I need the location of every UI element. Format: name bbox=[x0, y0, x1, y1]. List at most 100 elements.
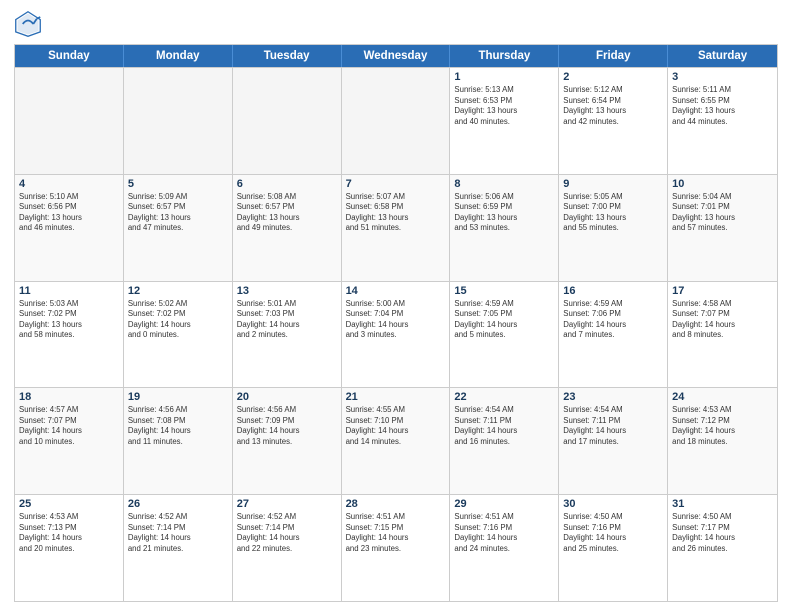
calendar-cell: 8 Sunrise: 5:06 AM Sunset: 6:59 PM Daylig… bbox=[450, 175, 559, 281]
day-number: 18 bbox=[19, 391, 119, 403]
calendar-cell: 21Sunrise: 4:55 AM Sunset: 7:10 PM Dayli… bbox=[342, 388, 451, 494]
calendar-header-monday: Monday bbox=[124, 45, 233, 67]
day-info: Sunrise: 5:08 AM Sunset: 6:57 PM Dayligh… bbox=[237, 192, 337, 234]
day-number: 24 bbox=[672, 391, 773, 403]
calendar-cell: 13 Sunrise: 5:01 AM Sunset: 7:03 PM Dayli… bbox=[233, 282, 342, 388]
day-number: 13 bbox=[237, 285, 337, 297]
day-info: Sunrise: 4:54 AM Sunset: 7:11 PM Dayligh… bbox=[454, 405, 554, 447]
day-info: Sunrise: 5:05 AM Sunset: 7:00 PM Dayligh… bbox=[563, 192, 663, 234]
calendar-cell: 15 Sunrise: 4:59 AM Sunset: 7:05 PM Dayli… bbox=[450, 282, 559, 388]
calendar-cell: 1 Sunrise: 5:13 AM Sunset: 6:53 PM Daylig… bbox=[450, 68, 559, 174]
day-info: Sunrise: 4:52 AM Sunset: 7:14 PM Dayligh… bbox=[128, 512, 228, 554]
calendar-cell: 16 Sunrise: 4:59 AM Sunset: 7:06 PM Dayli… bbox=[559, 282, 668, 388]
calendar-cell: 5 Sunrise: 5:09 AM Sunset: 6:57 PM Daylig… bbox=[124, 175, 233, 281]
calendar: SundayMondayTuesdayWednesdayThursdayFrid… bbox=[14, 44, 778, 602]
calendar-header-tuesday: Tuesday bbox=[233, 45, 342, 67]
day-number: 15 bbox=[454, 285, 554, 297]
day-info: Sunrise: 5:09 AM Sunset: 6:57 PM Dayligh… bbox=[128, 192, 228, 234]
calendar-cell: 11 Sunrise: 5:03 AM Sunset: 7:02 PM Dayli… bbox=[15, 282, 124, 388]
calendar-cell: 14 Sunrise: 5:00 AM Sunset: 7:04 PM Dayli… bbox=[342, 282, 451, 388]
day-info: Sunrise: 5:11 AM Sunset: 6:55 PM Dayligh… bbox=[672, 85, 773, 127]
day-number: 26 bbox=[128, 498, 228, 510]
calendar-cell: 4Sunrise: 5:10 AM Sunset: 6:56 PM Daylig… bbox=[15, 175, 124, 281]
calendar-week-1: 1 Sunrise: 5:13 AM Sunset: 6:53 PM Daylig… bbox=[15, 67, 777, 174]
calendar-cell: 26 Sunrise: 4:52 AM Sunset: 7:14 PM Dayli… bbox=[124, 495, 233, 601]
calendar-header-sunday: Sunday bbox=[15, 45, 124, 67]
day-number: 5 bbox=[128, 178, 228, 190]
calendar-cell: 7Sunrise: 5:07 AM Sunset: 6:58 PM Daylig… bbox=[342, 175, 451, 281]
calendar-week-2: 4Sunrise: 5:10 AM Sunset: 6:56 PM Daylig… bbox=[15, 174, 777, 281]
day-number: 22 bbox=[454, 391, 554, 403]
calendar-cell: 27Sunrise: 4:52 AM Sunset: 7:14 PM Dayli… bbox=[233, 495, 342, 601]
calendar-header-wednesday: Wednesday bbox=[342, 45, 451, 67]
day-number: 21 bbox=[346, 391, 446, 403]
day-number: 4 bbox=[19, 178, 119, 190]
day-number: 14 bbox=[346, 285, 446, 297]
calendar-cell bbox=[342, 68, 451, 174]
calendar-cell: 23 Sunrise: 4:54 AM Sunset: 7:11 PM Dayli… bbox=[559, 388, 668, 494]
day-info: Sunrise: 5:04 AM Sunset: 7:01 PM Dayligh… bbox=[672, 192, 773, 234]
day-number: 27 bbox=[237, 498, 337, 510]
calendar-week-3: 11 Sunrise: 5:03 AM Sunset: 7:02 PM Dayli… bbox=[15, 281, 777, 388]
day-info: Sunrise: 4:59 AM Sunset: 7:05 PM Dayligh… bbox=[454, 299, 554, 341]
calendar-cell: 12 Sunrise: 5:02 AM Sunset: 7:02 PM Dayli… bbox=[124, 282, 233, 388]
calendar-header-row: SundayMondayTuesdayWednesdayThursdayFrid… bbox=[15, 45, 777, 67]
calendar-cell: 2Sunrise: 5:12 AM Sunset: 6:54 PM Daylig… bbox=[559, 68, 668, 174]
day-info: Sunrise: 5:01 AM Sunset: 7:03 PM Dayligh… bbox=[237, 299, 337, 341]
day-info: Sunrise: 5:13 AM Sunset: 6:53 PM Dayligh… bbox=[454, 85, 554, 127]
day-number: 1 bbox=[454, 71, 554, 83]
logo-icon bbox=[14, 10, 42, 38]
day-number: 30 bbox=[563, 498, 663, 510]
day-number: 9 bbox=[563, 178, 663, 190]
day-number: 16 bbox=[563, 285, 663, 297]
day-info: Sunrise: 5:02 AM Sunset: 7:02 PM Dayligh… bbox=[128, 299, 228, 341]
day-number: 31 bbox=[672, 498, 773, 510]
calendar-cell: 18 Sunrise: 4:57 AM Sunset: 7:07 PM Dayli… bbox=[15, 388, 124, 494]
calendar-cell: 28Sunrise: 4:51 AM Sunset: 7:15 PM Dayli… bbox=[342, 495, 451, 601]
calendar-header-friday: Friday bbox=[559, 45, 668, 67]
calendar-cell: 24 Sunrise: 4:53 AM Sunset: 7:12 PM Dayli… bbox=[668, 388, 777, 494]
day-info: Sunrise: 4:56 AM Sunset: 7:08 PM Dayligh… bbox=[128, 405, 228, 447]
day-info: Sunrise: 4:53 AM Sunset: 7:12 PM Dayligh… bbox=[672, 405, 773, 447]
calendar-header-thursday: Thursday bbox=[450, 45, 559, 67]
day-number: 3 bbox=[672, 71, 773, 83]
day-number: 25 bbox=[19, 498, 119, 510]
day-number: 12 bbox=[128, 285, 228, 297]
day-number: 23 bbox=[563, 391, 663, 403]
calendar-cell: 19 Sunrise: 4:56 AM Sunset: 7:08 PM Dayli… bbox=[124, 388, 233, 494]
calendar-cell: 10 Sunrise: 5:04 AM Sunset: 7:01 PM Dayli… bbox=[668, 175, 777, 281]
calendar-body: 1 Sunrise: 5:13 AM Sunset: 6:53 PM Daylig… bbox=[15, 67, 777, 601]
calendar-cell bbox=[15, 68, 124, 174]
day-number: 10 bbox=[672, 178, 773, 190]
calendar-cell: 17Sunrise: 4:58 AM Sunset: 7:07 PM Dayli… bbox=[668, 282, 777, 388]
day-number: 11 bbox=[19, 285, 119, 297]
day-number: 8 bbox=[454, 178, 554, 190]
day-info: Sunrise: 4:51 AM Sunset: 7:16 PM Dayligh… bbox=[454, 512, 554, 554]
calendar-week-4: 18 Sunrise: 4:57 AM Sunset: 7:07 PM Dayli… bbox=[15, 387, 777, 494]
calendar-week-5: 25 Sunrise: 4:53 AM Sunset: 7:13 PM Dayli… bbox=[15, 494, 777, 601]
day-number: 2 bbox=[563, 71, 663, 83]
day-info: Sunrise: 4:54 AM Sunset: 7:11 PM Dayligh… bbox=[563, 405, 663, 447]
day-info: Sunrise: 4:57 AM Sunset: 7:07 PM Dayligh… bbox=[19, 405, 119, 447]
calendar-cell: 3 Sunrise: 5:11 AM Sunset: 6:55 PM Daylig… bbox=[668, 68, 777, 174]
day-number: 7 bbox=[346, 178, 446, 190]
day-number: 19 bbox=[128, 391, 228, 403]
day-info: Sunrise: 4:56 AM Sunset: 7:09 PM Dayligh… bbox=[237, 405, 337, 447]
day-number: 17 bbox=[672, 285, 773, 297]
calendar-cell: 30 Sunrise: 4:50 AM Sunset: 7:16 PM Dayli… bbox=[559, 495, 668, 601]
calendar-cell: 25 Sunrise: 4:53 AM Sunset: 7:13 PM Dayli… bbox=[15, 495, 124, 601]
day-info: Sunrise: 4:50 AM Sunset: 7:16 PM Dayligh… bbox=[563, 512, 663, 554]
calendar-cell bbox=[124, 68, 233, 174]
calendar-cell: 22 Sunrise: 4:54 AM Sunset: 7:11 PM Dayli… bbox=[450, 388, 559, 494]
calendar-cell bbox=[233, 68, 342, 174]
day-info: Sunrise: 5:03 AM Sunset: 7:02 PM Dayligh… bbox=[19, 299, 119, 341]
day-info: Sunrise: 5:00 AM Sunset: 7:04 PM Dayligh… bbox=[346, 299, 446, 341]
calendar-cell: 29 Sunrise: 4:51 AM Sunset: 7:16 PM Dayli… bbox=[450, 495, 559, 601]
day-info: Sunrise: 5:06 AM Sunset: 6:59 PM Dayligh… bbox=[454, 192, 554, 234]
day-info: Sunrise: 4:50 AM Sunset: 7:17 PM Dayligh… bbox=[672, 512, 773, 554]
calendar-cell: 9 Sunrise: 5:05 AM Sunset: 7:00 PM Daylig… bbox=[559, 175, 668, 281]
day-info: Sunrise: 4:53 AM Sunset: 7:13 PM Dayligh… bbox=[19, 512, 119, 554]
day-info: Sunrise: 4:59 AM Sunset: 7:06 PM Dayligh… bbox=[563, 299, 663, 341]
header bbox=[14, 10, 778, 38]
day-number: 29 bbox=[454, 498, 554, 510]
